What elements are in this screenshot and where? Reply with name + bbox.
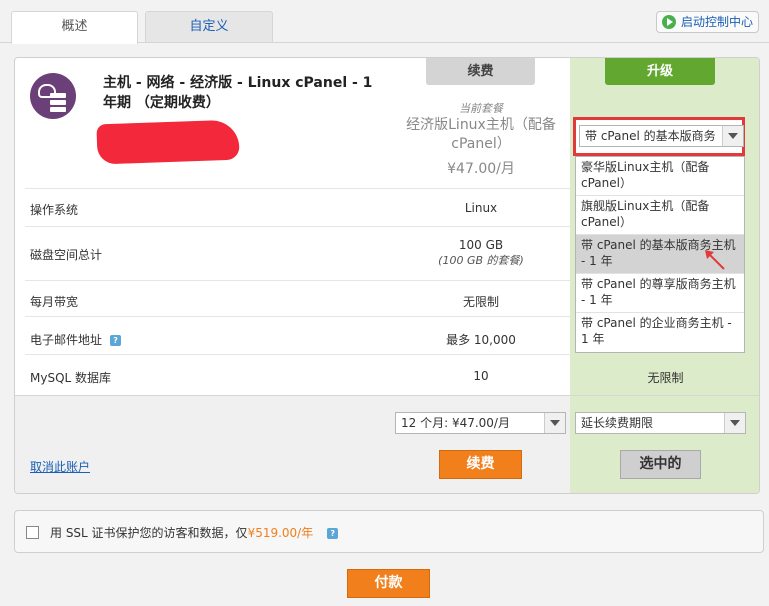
renew-term-select[interactable]: 12 个月: ¥47.00/月 [395,412,566,434]
row-value-disk: 100 GB (100 GB 的套餐) [387,238,575,268]
row-label-disk: 磁盘空间总计 [30,248,103,262]
upgrade-value-mysql: 无限制 [647,371,684,385]
launch-control-center-button[interactable]: 启动控制中心 [656,11,759,33]
upgrade-column-header: 升级 [605,58,715,85]
ssl-checkbox[interactable] [26,526,39,539]
row-value-bandwidth: 无限制 [462,295,499,309]
tab-custom[interactable]: 自定义 [145,11,273,42]
row-label-bandwidth: 每月带宽 [30,295,79,309]
row-label-email: 电子邮件地址? [30,331,122,348]
row-value-email: 最多 10,000 [446,333,516,347]
row-label-os: 操作系统 [30,203,79,217]
upgrade-option[interactable]: 豪华版Linux主机（配备 cPanel） [576,157,744,196]
red-arrow-icon [705,250,725,270]
extend-term-value: 延长续费期限 [581,416,654,430]
extend-term-select[interactable]: 延长续费期限 [575,412,746,434]
current-plan-price: ¥47.00/月 [447,161,515,177]
row-value-os: Linux [464,201,498,215]
play-icon [662,15,676,29]
upgrade-plan-select-highlight: 带 cPanel 的基本版商务 [573,117,745,156]
row-value-mysql: 10 [473,369,489,383]
upgrade-option[interactable]: 带 cPanel 的企业商务主机 - 1 年 [576,313,744,352]
chevron-down-icon [724,413,745,433]
renew-column-header: 续费 [426,58,535,85]
launch-control-label: 启动控制中心 [681,15,754,29]
ssl-offer-text: 用 SSL 证书保护您的访客和数据，仅¥519.00/年? [50,524,339,541]
upgrade-plan-value: 带 cPanel 的基本版商务 [585,129,716,143]
ssl-text: 用 SSL 证书保护您的访客和数据，仅 [50,526,248,540]
selected-button[interactable]: 选中的 [620,450,701,479]
current-plan-name: 经济版Linux主机（配备 cPanel） [406,117,556,152]
ssl-price: ¥519.00/年 [247,526,314,540]
cloud-server-icon [30,73,76,119]
current-plan-label: 当前套餐 [459,102,503,115]
upgrade-option[interactable]: 旗舰版Linux主机（配备 cPanel） [576,196,744,235]
chevron-down-icon [722,126,743,146]
cancel-account-link[interactable]: 取消此账户 [30,458,90,475]
redacted-area [96,119,240,165]
upgrade-plan-select[interactable]: 带 cPanel 的基本版商务 [579,125,744,147]
row-label-mysql: MySQL 数据库 [30,371,112,385]
panel-footer [15,395,759,493]
upgrade-option[interactable]: 带 cPanel 的尊享版商务主机 - 1 年 [576,274,744,313]
email-label: 电子邮件地址 [30,333,103,347]
tab-overview[interactable]: 概述 [11,11,138,44]
product-title: 主机 - 网络 - 经济版 - Linux cPanel - 1 年期 （定期收… [103,75,373,111]
help-icon[interactable]: ? [110,335,122,346]
renew-button[interactable]: 续费 [439,450,522,479]
renew-term-value: 12 个月: ¥47.00/月 [401,416,510,430]
disk-value-sub: (100 GB 的套餐) [438,254,524,267]
disk-value: 100 GB [458,238,504,252]
pay-button[interactable]: 付款 [347,569,430,598]
help-icon[interactable]: ? [327,528,339,539]
chevron-down-icon [544,413,565,433]
ssl-offer: 用 SSL 证书保护您的访客和数据，仅¥519.00/年? [14,510,764,553]
